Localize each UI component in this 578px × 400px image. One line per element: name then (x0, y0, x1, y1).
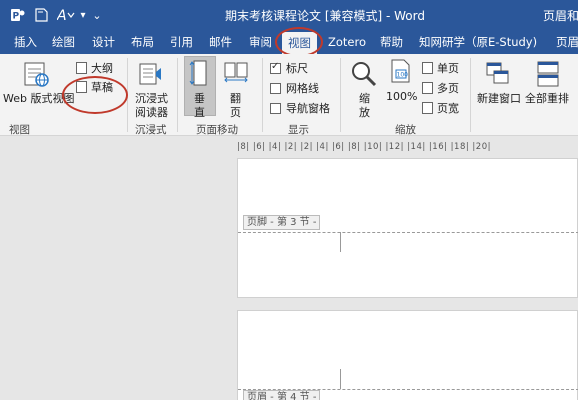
gridlines-label: 网格线 (286, 82, 319, 95)
tab-draw[interactable]: 绘图 (52, 30, 75, 54)
multi-page-icon (422, 82, 433, 94)
divider (340, 58, 341, 132)
svg-text:A: A (57, 8, 67, 23)
single-page-label: 单页 (437, 62, 459, 75)
group-label-views: 视图 (9, 124, 30, 136)
tab-help[interactable]: 帮助 (380, 30, 403, 54)
ruler-check-icon (270, 61, 281, 74)
group-label-page-movement: 页面移动 (196, 124, 238, 136)
ruler-checkbox[interactable]: 标尺 (270, 60, 308, 76)
flip-label-2[interactable]: 页 (230, 104, 241, 120)
ribbon: Web 版式视图 大纲 草稿 视图 沉浸式 阅读器 沉浸式 垂 直 翻 页 页面… (0, 54, 578, 136)
web-layout-button[interactable]: Web 版式视图 (3, 90, 74, 106)
multi-page-button[interactable]: 多页 (422, 80, 459, 96)
divider (470, 58, 471, 132)
save-icon[interactable] (32, 5, 50, 25)
svg-text:100: 100 (397, 72, 409, 79)
nav-pane-label: 导航窗格 (286, 102, 330, 115)
header-label[interactable]: 页眉 - 第 4 节 - (243, 390, 321, 400)
draft-view-button[interactable]: 草稿 (76, 79, 113, 95)
draft-label: 草稿 (91, 81, 113, 94)
margin-marker (340, 369, 341, 389)
title-bar: P A ▾ ⌄ 期末考核课程论文 [兼容模式] - Word 页眉和 (0, 0, 578, 30)
page-width-icon (422, 102, 433, 114)
footer-label[interactable]: 页脚 - 第 3 节 - (243, 215, 321, 230)
outline-view-button[interactable]: 大纲 (76, 60, 113, 76)
gridlines-check-icon (270, 82, 281, 94)
arrange-all-label[interactable]: 全部重排 (525, 90, 569, 106)
zoom-100-label[interactable]: 100% (386, 90, 417, 103)
word-logo-icon: P (8, 5, 28, 25)
svg-text:P: P (13, 12, 20, 22)
tab-cnki-estudy[interactable]: 知网研学（原E-Study) (419, 30, 537, 54)
window-title: 期末考核课程论文 [兼容模式] - Word (225, 9, 425, 23)
new-window-icon[interactable] (484, 60, 512, 91)
zoom-magnifier-icon[interactable] (350, 60, 378, 91)
ruler-label: 标尺 (286, 62, 308, 75)
nav-pane-checkbox[interactable]: 导航窗格 (270, 100, 330, 116)
horizontal-ruler[interactable]: |8| |6| |4| |2| |2| |4| |6| |8| |10| |12… (237, 138, 578, 156)
tab-references[interactable]: 引用 (170, 30, 193, 54)
divider (127, 58, 128, 132)
outline-label: 大纲 (91, 62, 113, 75)
single-page-button[interactable]: 单页 (422, 60, 459, 76)
outline-icon (76, 62, 87, 74)
undo-dropdown-icon[interactable]: ▾ (78, 5, 88, 25)
document-page-4[interactable] (237, 310, 578, 400)
page-width-label: 页宽 (437, 102, 459, 115)
zoom-label-2[interactable]: 放 (359, 104, 370, 120)
arrange-all-icon[interactable] (534, 60, 562, 91)
zoom-100-icon[interactable]: 100 (388, 58, 414, 89)
qa-customize-icon[interactable]: ⌄ (90, 5, 104, 25)
tab-design[interactable]: 设计 (92, 30, 115, 54)
immersive-reader-label-2[interactable]: 阅读器 (135, 104, 168, 120)
divider (177, 58, 178, 132)
nav-pane-check-icon (270, 102, 281, 114)
tab-layout[interactable]: 布局 (131, 30, 154, 54)
multi-page-label: 多页 (437, 82, 459, 95)
tab-insert[interactable]: 插入 (14, 30, 37, 54)
single-page-icon (422, 62, 433, 74)
side-to-side-icon[interactable] (222, 59, 250, 90)
footer-boundary-line (238, 232, 578, 233)
tab-zotero[interactable]: Zotero (328, 30, 366, 54)
divider (262, 58, 263, 132)
page-width-button[interactable]: 页宽 (422, 100, 459, 116)
format-painter-icon[interactable]: A (55, 5, 77, 25)
vertical-scroll-icon[interactable] (187, 59, 213, 90)
context-tab-label: 页眉和 (543, 9, 578, 23)
group-label-zoom: 缩放 (395, 124, 416, 136)
margin-marker (340, 232, 341, 252)
ribbon-tabs: 插入 绘图 设计 布局 引用 邮件 审阅 视图 Zotero 帮助 知网研学（原… (0, 30, 578, 54)
group-label-show: 显示 (288, 124, 309, 136)
tab-header-footer[interactable]: 页眉和 (556, 30, 578, 54)
immersive-reader-icon[interactable] (137, 60, 165, 91)
group-label-immersive: 沉浸式 (135, 124, 167, 136)
web-layout-icon[interactable] (22, 60, 50, 91)
tab-mailings[interactable]: 邮件 (209, 30, 232, 54)
draft-icon (76, 81, 87, 93)
tab-view[interactable]: 视图 (282, 32, 317, 54)
vertical-label-2[interactable]: 直 (194, 104, 205, 120)
tab-review[interactable]: 审阅 (249, 30, 272, 54)
gridlines-checkbox[interactable]: 网格线 (270, 80, 319, 96)
new-window-label[interactable]: 新建窗口 (477, 90, 521, 106)
